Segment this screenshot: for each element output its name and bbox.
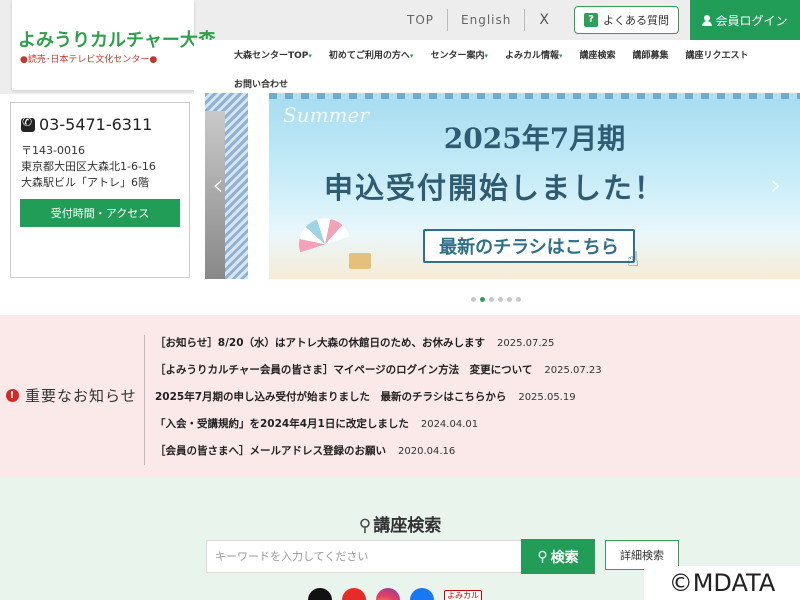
beach-umbrella-icon <box>292 211 350 253</box>
notice-item[interactable]: ［会員の皆さまへ］メールアドレス登録のお願い 2020.04.16 <box>155 443 602 470</box>
social-links: よみカル <box>308 588 482 600</box>
divider <box>144 335 145 465</box>
youtube-icon[interactable] <box>342 588 366 600</box>
search-icon: ⚲ <box>537 548 548 565</box>
slider-prev-arrow[interactable]: ‹ <box>212 168 224 203</box>
top-links: TOP English X <box>394 0 563 40</box>
slide-title-open: 申込受付開始しました！ <box>324 171 666 205</box>
slider-dot[interactable] <box>471 297 476 302</box>
notice-list: ［お知らせ］8/20（水）はアトレ大森の休館日のため、お休みします 2025.07… <box>155 335 602 470</box>
nav-item-yomikaru-info[interactable]: よみカル情報▾ <box>505 40 563 69</box>
yomikaru-badge[interactable]: よみカル <box>444 590 482 600</box>
member-login-button[interactable]: 会員ログイン <box>690 0 800 40</box>
x-social-icon[interactable] <box>308 588 332 600</box>
instagram-icon[interactable] <box>376 588 400 600</box>
chevron-down-icon: ▾ <box>308 52 312 60</box>
nav-item-instructor-recruit[interactable]: 講師募集 <box>633 40 669 69</box>
logo-title: よみうりカルチャー大森 <box>18 30 216 51</box>
keyword-search-input[interactable] <box>206 540 522 573</box>
slider-dot[interactable] <box>516 297 521 302</box>
nav-item-first-time[interactable]: 初めてご利用の方へ▾ <box>329 40 414 69</box>
phone-icon <box>21 115 35 132</box>
facebook-icon[interactable] <box>410 588 434 600</box>
faq-button[interactable]: ? よくある質問 <box>574 6 679 34</box>
slider-dot[interactable] <box>480 297 485 302</box>
chevron-down-icon: ▾ <box>558 52 563 60</box>
search-button[interactable]: ⚲ 検索 <box>521 539 595 574</box>
notice-date: 2020.04.16 <box>398 446 456 457</box>
nav-item-course-search[interactable]: 講座検索 <box>580 40 616 69</box>
notice-date: 2025.07.23 <box>544 365 602 376</box>
slide-border <box>269 93 800 99</box>
top-link-top[interactable]: TOP <box>394 13 447 27</box>
notices-heading: ! 重要なお知らせ <box>6 385 137 406</box>
notice-item[interactable]: 2025年7月期の申し込み受付が始まりました 最新のチラシはこちらから 2025.… <box>155 389 602 416</box>
site-logo[interactable]: よみうりカルチャー大森 ●読売･日本テレビ文化センター● <box>12 0 216 90</box>
notice-item[interactable]: 「入会・受講規約」を2024年4月1日に改定しました 2024.04.01 <box>155 416 602 443</box>
top-link-english[interactable]: English <box>448 13 524 27</box>
slider-dot[interactable] <box>489 297 494 302</box>
faq-label: よくある質問 <box>603 14 669 27</box>
nav-item-center-top[interactable]: 大森センターTOP▾ <box>234 40 312 69</box>
access-button[interactable]: 受付時間・アクセス <box>20 199 180 227</box>
logo-subtitle: ●読売･日本テレビ文化センター● <box>20 55 158 65</box>
search-title: ⚲ 講座検索 <box>358 516 442 536</box>
address-line-2: 大森駅ビル「アトレ」6階 <box>21 176 149 189</box>
question-icon: ? <box>584 13 598 27</box>
slider-dot[interactable] <box>498 297 503 302</box>
main-nav: 大森センターTOP▾ 初めてご利用の方へ▾ センター案内▾ よみカル情報▾ 講座… <box>234 40 800 98</box>
slider-dots <box>471 297 521 302</box>
nav-item-center-info[interactable]: センター案内▾ <box>430 40 488 69</box>
slide-title-term: 2025年7月期 <box>443 122 626 155</box>
notice-date: 2025.07.25 <box>497 338 555 349</box>
important-notices: ! 重要なお知らせ ［お知らせ］8/20（水）はアトレ大森の休館日のため、お休み… <box>0 315 800 478</box>
postal-code: 〒143-0016 <box>21 144 85 157</box>
address: 〒143-0016 東京都大田区大森北1-6-16 大森駅ビル「アトレ」6階 <box>21 143 156 191</box>
search-button-label: 検索 <box>550 549 579 566</box>
notice-item[interactable]: ［よみうりカルチャー会員の皆さま］マイページのログイン方法 変更について 2025… <box>155 362 602 389</box>
pointer-hand-icon: ☝ <box>627 247 640 271</box>
slider-dot[interactable] <box>507 297 512 302</box>
alert-icon: ! <box>6 389 19 402</box>
phone-number[interactable]: 03-5471-6311 <box>21 115 152 134</box>
chevron-down-icon: ▾ <box>484 52 488 60</box>
user-icon <box>702 14 713 26</box>
banner-slide[interactable]: Summer 2025年7月期 申込受付開始しました！ 最新のチラシはこちら ☝ <box>269 93 800 279</box>
latest-flyer-button[interactable]: 最新のチラシはこちら <box>423 229 635 263</box>
phone-text: 03-5471-6311 <box>39 115 153 134</box>
search-icon: ⚲ <box>358 516 372 536</box>
nav-item-course-request[interactable]: 講座リクエスト <box>686 40 749 69</box>
slider-next-arrow[interactable]: › <box>770 168 782 203</box>
chevron-down-icon: ▾ <box>409 52 414 60</box>
notices-heading-text: 重要なお知らせ <box>25 387 137 405</box>
login-label: 会員ログイン <box>715 13 788 28</box>
copyright-watermark: ©MDATA <box>644 566 800 600</box>
notice-date: 2025.05.19 <box>518 392 576 403</box>
sandcastle-icon <box>349 253 371 269</box>
x-icon[interactable]: X <box>525 12 563 28</box>
notice-date: 2024.04.01 <box>420 419 479 430</box>
address-line-1: 東京都大田区大森北1-6-16 <box>21 160 156 173</box>
contact-box: 03-5471-6311 〒143-0016 東京都大田区大森北1-6-16 大… <box>10 102 190 278</box>
notice-item[interactable]: ［お知らせ］8/20（水）はアトレ大森の休館日のため、お休みします 2025.07… <box>155 335 602 362</box>
